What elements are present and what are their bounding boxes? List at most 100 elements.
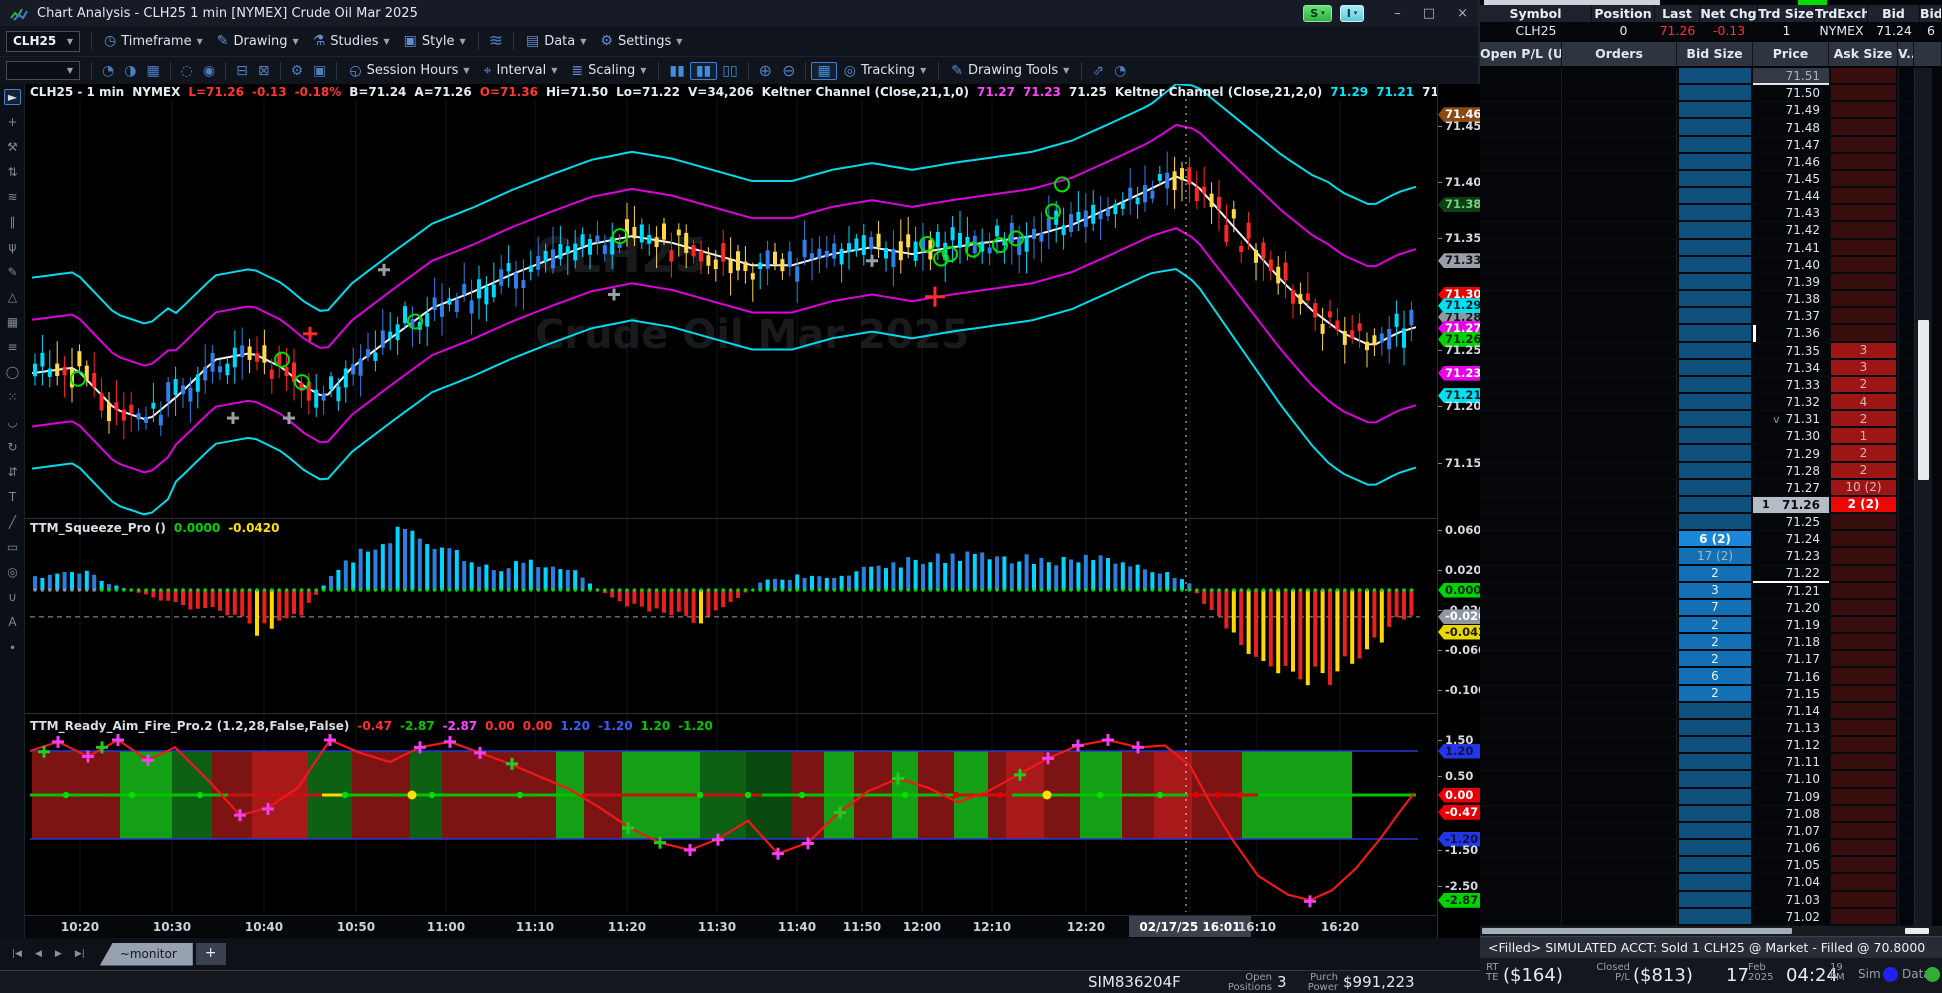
ask-size-cell[interactable] xyxy=(1829,257,1898,274)
price-chart-svg[interactable]: CLH25Crude Oil Mar 2025 xyxy=(25,84,1437,915)
bid-size-cell[interactable] xyxy=(1677,892,1753,909)
tab-nav-arrow-1[interactable]: ◀ xyxy=(35,949,42,959)
bid-size-cell[interactable]: 3 xyxy=(1677,583,1753,600)
ask-size-cell[interactable]: 10 (2) xyxy=(1829,480,1898,497)
price-cell[interactable]: 71.20 xyxy=(1753,600,1829,617)
ask-size-cell[interactable] xyxy=(1829,548,1898,565)
toolbar-button-interval[interactable]: ⌖Interval▼ xyxy=(477,59,565,83)
symbol-combo[interactable]: CLH25▼ xyxy=(6,31,80,52)
price-cell[interactable]: 71.21 xyxy=(1753,583,1829,600)
price-cell[interactable]: 71.30 xyxy=(1753,428,1829,445)
bid-size-cell[interactable]: 2 xyxy=(1677,617,1753,634)
ask-size-cell[interactable]: 4 xyxy=(1829,394,1898,411)
matrix-grid-icon[interactable]: ▦ xyxy=(811,62,836,80)
tab-nav-arrow-2[interactable]: ▶ xyxy=(55,949,62,959)
price-cell[interactable]: 71.44 xyxy=(1753,188,1829,205)
dots-tool[interactable]: ⁙ xyxy=(0,384,25,409)
arc-tool[interactable]: ◡ xyxy=(0,409,25,434)
ask-size-cell[interactable] xyxy=(1829,754,1898,771)
price-cell[interactable]: 71.06 xyxy=(1753,840,1829,857)
add-tab-button[interactable]: + xyxy=(196,943,226,965)
price-cell[interactable]: 71.46 xyxy=(1753,154,1829,171)
price-cell[interactable]: 71.14 xyxy=(1753,703,1829,720)
secondary-combo[interactable]: ▼ xyxy=(6,61,80,80)
bid-size-cell[interactable] xyxy=(1677,771,1753,788)
price-cell[interactable]: 71.08 xyxy=(1753,806,1829,823)
tab-monitor[interactable]: ~monitor xyxy=(100,943,193,966)
grid-tool[interactable]: ▦ xyxy=(0,309,25,334)
toolbar-icon-1[interactable]: ◑ xyxy=(119,63,141,79)
bid-size-cell[interactable] xyxy=(1677,325,1753,342)
price-cell[interactable]: 71.29 xyxy=(1753,445,1829,462)
bid-size-cell[interactable] xyxy=(1677,343,1753,360)
pitchfork-tool[interactable]: ψ xyxy=(0,234,25,259)
ray-tool[interactable]: ╱ xyxy=(0,509,25,534)
price-cell[interactable]: 71.04 xyxy=(1753,874,1829,891)
bid-size-cell[interactable] xyxy=(1677,205,1753,222)
price-cell[interactable]: 71.51 xyxy=(1753,68,1829,85)
price-axis[interactable]: 71.4671.4571.4071.3871.3571.3371.3071.28… xyxy=(1437,84,1480,938)
ask-size-cell[interactable] xyxy=(1829,771,1898,788)
ask-size-cell[interactable] xyxy=(1829,617,1898,634)
price-cell[interactable]: 71.38 xyxy=(1753,291,1829,308)
ask-size-cell[interactable] xyxy=(1829,222,1898,239)
ask-size-cell[interactable] xyxy=(1829,205,1898,222)
toolbar-icon-2[interactable]: ▦ xyxy=(141,63,164,79)
target-tool[interactable]: ◎ xyxy=(0,559,25,584)
bid-size-cell[interactable] xyxy=(1677,411,1753,428)
price-cell[interactable]: 71.11 xyxy=(1753,754,1829,771)
hammer-tool[interactable]: ⚒ xyxy=(0,134,25,159)
ask-size-cell[interactable] xyxy=(1829,85,1898,102)
ask-size-cell[interactable] xyxy=(1829,308,1898,325)
toolbar-button-scaling[interactable]: ≣Scaling▼ xyxy=(564,59,653,83)
bid-size-cell[interactable]: 2 xyxy=(1677,634,1753,651)
bid-size-cell[interactable] xyxy=(1677,171,1753,188)
toolbar-icon-8[interactable]: ▣ xyxy=(308,63,331,79)
bid-size-cell[interactable] xyxy=(1677,445,1753,462)
bid-size-cell[interactable] xyxy=(1677,909,1753,926)
bid-size-cell[interactable] xyxy=(1677,823,1753,840)
ask-size-cell[interactable] xyxy=(1829,892,1898,909)
ask-size-cell[interactable] xyxy=(1829,240,1898,257)
ask-size-cell[interactable] xyxy=(1829,325,1898,342)
ask-size-cell[interactable]: 2 xyxy=(1829,411,1898,428)
price-cell[interactable]: 71.33 xyxy=(1753,377,1829,394)
ask-size-cell[interactable] xyxy=(1829,531,1898,548)
price-cell[interactable]: 71.22 xyxy=(1753,566,1829,583)
ask-size-cell[interactable] xyxy=(1829,566,1898,583)
ellipse-tool[interactable]: ◯ xyxy=(0,359,25,384)
price-cell[interactable]: 71.13 xyxy=(1753,720,1829,737)
toolbar-button-drawing-tools[interactable]: ✎Drawing Tools▼ xyxy=(944,59,1076,83)
ask-size-cell[interactable] xyxy=(1829,600,1898,617)
price-cell[interactable]: 71.42 xyxy=(1753,222,1829,239)
bid-size-cell[interactable] xyxy=(1677,840,1753,857)
cycle-tool[interactable]: ↻ xyxy=(0,434,25,459)
bid-size-cell[interactable] xyxy=(1677,85,1753,102)
ask-size-cell[interactable] xyxy=(1829,137,1898,154)
ask-size-cell[interactable]: 3 xyxy=(1829,360,1898,377)
price-cell[interactable]: v71.31 xyxy=(1753,411,1829,428)
ask-size-cell[interactable] xyxy=(1829,840,1898,857)
price-cell[interactable]: 71.36 xyxy=(1753,325,1829,342)
price-cell[interactable]: 71.09 xyxy=(1753,789,1829,806)
price-cell[interactable]: 71.43 xyxy=(1753,205,1829,222)
candle-style-icon-2[interactable]: ▯▯ xyxy=(717,63,742,79)
bid-size-cell[interactable] xyxy=(1677,137,1753,154)
price-cell[interactable]: 71.23 xyxy=(1753,548,1829,565)
bid-size-cell[interactable] xyxy=(1677,102,1753,119)
ask-size-cell[interactable]: 2 xyxy=(1829,377,1898,394)
bid-size-cell[interactable] xyxy=(1677,394,1753,411)
ask-size-cell[interactable] xyxy=(1829,720,1898,737)
price-cell[interactable]: 71.50 xyxy=(1753,85,1829,102)
toolbar-button-drawing[interactable]: ✎Drawing▼ xyxy=(210,29,306,53)
levels-tool[interactable]: ≡ xyxy=(0,334,25,359)
price-cell[interactable]: 71.34 xyxy=(1753,360,1829,377)
bid-size-cell[interactable] xyxy=(1677,703,1753,720)
time-axis[interactable]: 10:2010:3010:4010:5011:0011:1011:2011:30… xyxy=(25,915,1437,938)
ask-size-cell[interactable] xyxy=(1829,274,1898,291)
price-cell[interactable]: 71.37 xyxy=(1753,308,1829,325)
tab-nav-arrows[interactable]: |◀◀▶▶| xyxy=(12,949,92,959)
ask-size-cell[interactable] xyxy=(1829,668,1898,685)
ask-size-cell[interactable] xyxy=(1829,857,1898,874)
price-cell[interactable]: 71.40 xyxy=(1753,257,1829,274)
